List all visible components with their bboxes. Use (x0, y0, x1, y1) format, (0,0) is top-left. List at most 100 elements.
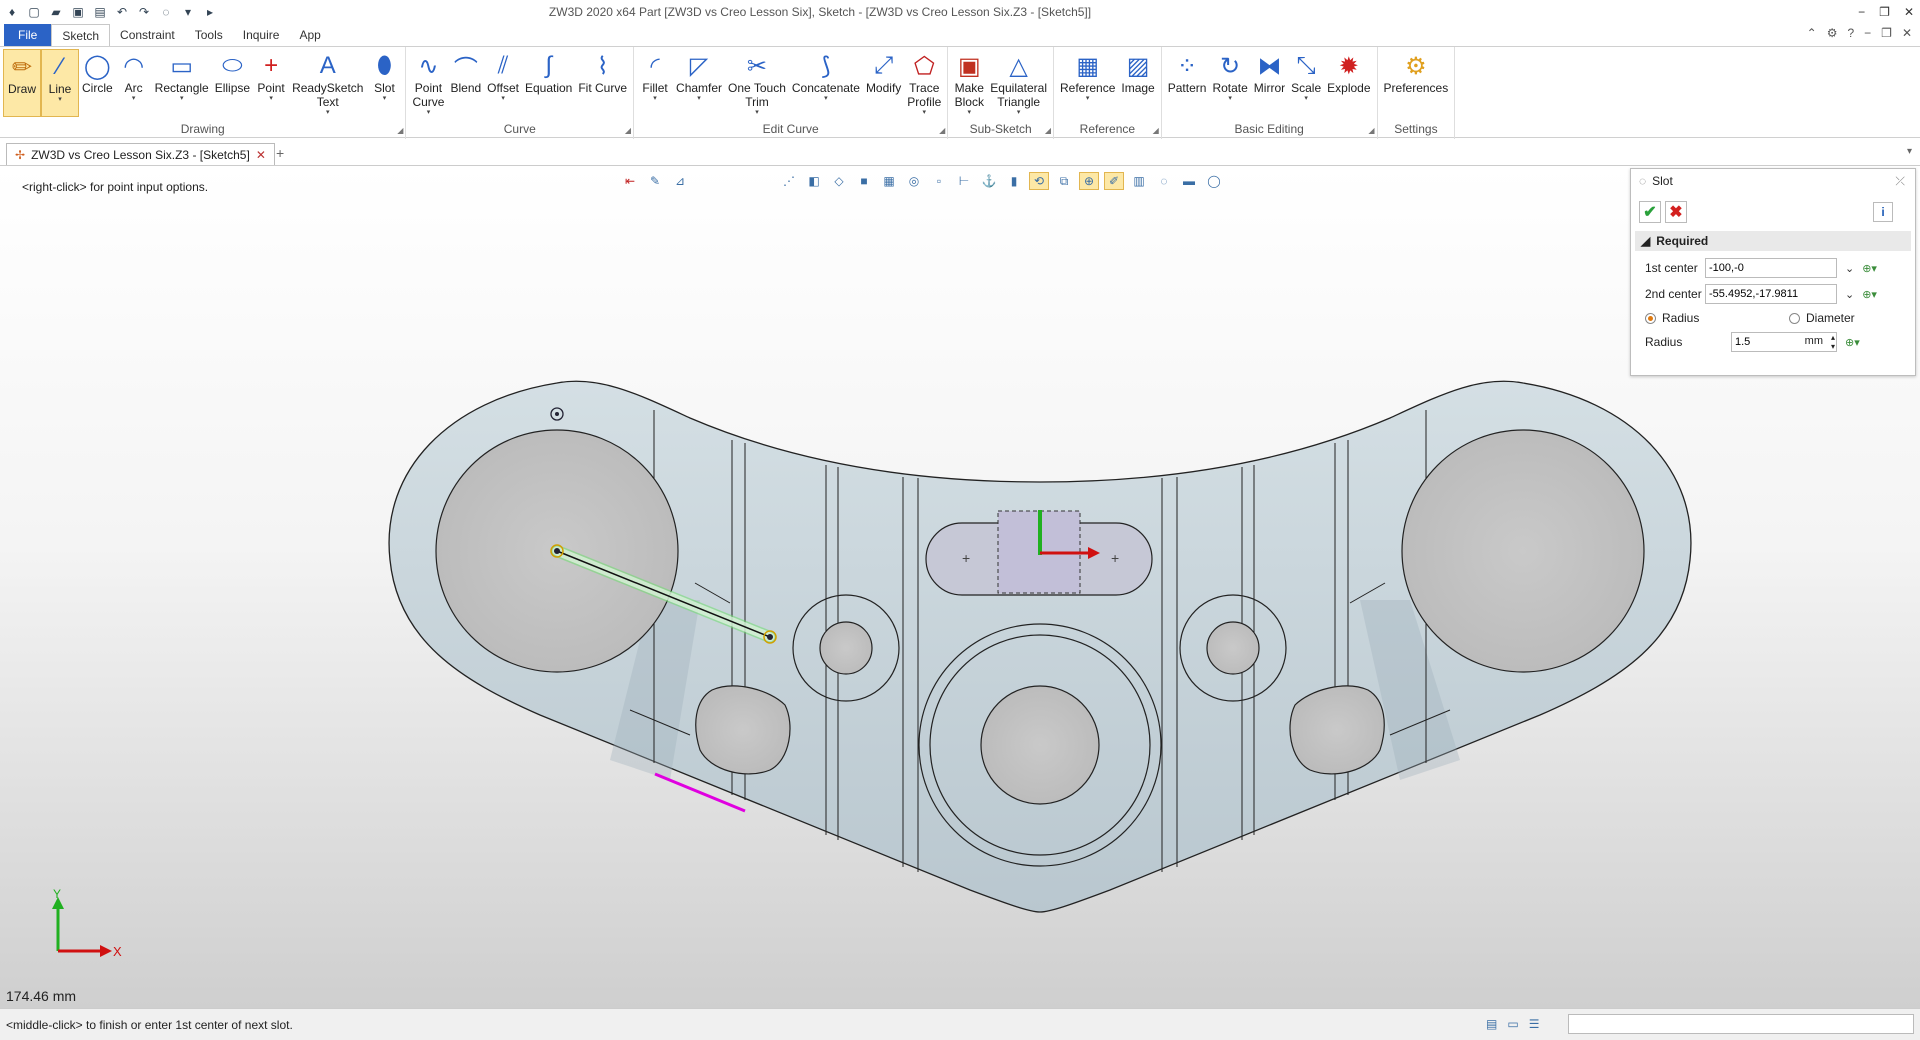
tab-menu-icon[interactable]: ▾ (1907, 146, 1912, 157)
add-tab-button[interactable]: + (276, 145, 284, 161)
diameter-option[interactable]: Diameter (1789, 311, 1855, 325)
menu-sketch[interactable]: Sketch (51, 24, 111, 46)
dropdown-caret-icon[interactable]: ▾ (1017, 109, 1021, 117)
doc-minimize-icon[interactable]: − (1864, 26, 1871, 40)
chamfer-button[interactable]: ◸ Chamfer ▾ (673, 49, 725, 117)
monitor-icon[interactable]: ▭ (1507, 1017, 1518, 1031)
close-button[interactable]: ✕ (1904, 5, 1914, 19)
scale-button[interactable]: ⤡ Scale ▾ (1288, 49, 1324, 117)
exit-sketch-icon[interactable]: ⇤ (620, 172, 640, 190)
preferences-button[interactable]: ⚙ Preferences (1381, 49, 1452, 117)
point-button[interactable]: + Point ▾ (253, 49, 289, 117)
second-center-input[interactable] (1705, 284, 1837, 304)
pick-value-icon[interactable]: ⊕▾ (1845, 336, 1860, 349)
diameter-radio[interactable] (1789, 312, 1800, 324)
layer-icon[interactable]: ⧉ (1054, 172, 1074, 190)
line-button[interactable]: ⁄ Line ▾ (41, 49, 79, 117)
cancel-button[interactable]: ✖ (1665, 201, 1687, 223)
command-input[interactable] (1568, 1014, 1914, 1034)
dropdown-caret-icon[interactable]: ▾ (1228, 95, 1232, 103)
edit-toggle-icon[interactable]: ✐ (1104, 172, 1124, 190)
snap-toggle-icon[interactable]: ⊕ (1079, 172, 1099, 190)
menu-app[interactable]: App (289, 24, 330, 46)
info-button[interactable]: i (1873, 202, 1893, 222)
make-block-button[interactable]: ▣ Make Block ▾ (951, 49, 987, 117)
list-icon[interactable]: ☰ (1529, 1017, 1540, 1031)
pencil-icon[interactable]: ✎ (645, 172, 665, 190)
layout-icon[interactable]: ▤ (1486, 1017, 1497, 1031)
draw-button[interactable]: ✏ Draw (3, 49, 41, 117)
trace-profile-button[interactable]: ⬠ Trace Profile ▾ (904, 49, 944, 117)
help-icon[interactable]: ? (1847, 26, 1854, 40)
line-weight-icon[interactable]: ▬ (1179, 172, 1199, 190)
collapse-ribbon-icon[interactable]: ⌃ (1807, 26, 1817, 40)
color-icon[interactable]: ▮ (1004, 172, 1024, 190)
menu-file[interactable]: File (4, 24, 52, 46)
menu-inquire[interactable]: Inquire (233, 24, 290, 46)
filter-icon[interactable]: ⊿ (670, 172, 690, 190)
group-launcher-icon[interactable]: ◢ (625, 126, 631, 135)
required-section[interactable]: ◢ Required (1635, 231, 1911, 251)
concatenate-button[interactable]: ⟆ Concatenate ▾ (789, 49, 863, 117)
mirror-button[interactable]: ⧓ Mirror (1251, 49, 1288, 117)
menu-constraint[interactable]: Constraint (110, 24, 185, 46)
dropdown-caret-icon[interactable]: ▾ (427, 109, 431, 117)
dropdown-caret-icon[interactable]: ▾ (697, 95, 701, 103)
anchor-icon[interactable]: ⚓ (979, 172, 999, 190)
slot-button[interactable]: ⬮ Slot ▾ (366, 49, 402, 117)
reference-button[interactable]: ▦ Reference ▾ (1057, 49, 1118, 117)
rotate-button[interactable]: ↻ Rotate ▾ (1209, 49, 1250, 117)
dropdown-caret-icon[interactable]: ▾ (1304, 95, 1308, 103)
arc-button[interactable]: ◠ Arc ▾ (116, 49, 152, 117)
dropdown-caret-icon[interactable]: ▾ (180, 95, 184, 103)
dropdown-caret-icon[interactable]: ▾ (1086, 95, 1090, 103)
gear-icon[interactable]: ⚙ (1827, 26, 1838, 40)
render-icon[interactable]: ◎ (904, 172, 924, 190)
grid-icon[interactable]: ▦ (879, 172, 899, 190)
expand-icon[interactable]: ⌄ (1845, 262, 1854, 275)
dimension-icon[interactable]: ⊢ (954, 172, 974, 190)
spinner-icon[interactable]: ▴ ▾ (1831, 333, 1835, 351)
dropdown-caret-icon[interactable]: ▾ (968, 109, 972, 117)
ellipse-button[interactable]: ⬭ Ellipse (212, 49, 253, 117)
group-launcher-icon[interactable]: ◢ (939, 126, 945, 135)
dropdown-caret-icon[interactable]: ▾ (653, 95, 657, 103)
group-launcher-icon[interactable]: ◢ (1368, 126, 1374, 135)
circle-button[interactable]: ◯ Circle (79, 49, 116, 117)
point-curve-button[interactable]: ∿ Point Curve ▾ (409, 49, 447, 117)
equilateral-triangle-button[interactable]: △ Equilateral Triangle ▾ (987, 49, 1050, 117)
group-launcher-icon[interactable]: ◢ (397, 126, 403, 135)
dropdown-caret-icon[interactable]: ▾ (269, 95, 273, 103)
pick-point-icon[interactable]: ⊕▾ (1862, 262, 1877, 275)
one-touch-trim-button[interactable]: ✂ One Touch Trim ▾ (725, 49, 789, 117)
radius-option[interactable]: Radius (1645, 311, 1781, 325)
close-tab-icon[interactable]: ✕ (256, 148, 266, 162)
modify-button[interactable]: ⤢ Modify (863, 49, 904, 117)
offset-button[interactable]: ⫽ Offset ▾ (484, 49, 522, 117)
group-launcher-icon[interactable]: ◢ (1045, 126, 1051, 135)
expand-icon[interactable]: ⌄ (1845, 288, 1854, 301)
radius-radio[interactable] (1645, 312, 1656, 324)
dropdown-caret-icon[interactable]: ▾ (923, 109, 927, 117)
shaded-icon[interactable]: ■ (854, 172, 874, 190)
minimize-button[interactable]: − (1858, 5, 1865, 19)
fit-icon[interactable]: ▫ (929, 172, 949, 190)
dropdown-caret-icon[interactable]: ▾ (383, 95, 387, 103)
dropdown-caret-icon[interactable]: ▾ (755, 109, 759, 117)
wireframe-icon[interactable]: ◇ (829, 172, 849, 190)
doc-close-icon[interactable]: ✕ (1902, 26, 1912, 40)
view-cube-icon[interactable]: ◧ (804, 172, 824, 190)
pick-point-icon[interactable]: ⊕▾ (1862, 288, 1877, 301)
dropdown-caret-icon[interactable]: ▾ (824, 95, 828, 103)
restore-button[interactable]: ❐ (1879, 5, 1890, 19)
explode-button[interactable]: ✹ Explode (1324, 49, 1373, 117)
panel-close-icon[interactable]: ⤫ (1895, 174, 1905, 189)
dotted-circle-icon[interactable]: ◌ (1154, 172, 1174, 190)
document-tab[interactable]: ✢ ZW3D vs Creo Lesson Six.Z3 - [Sketch5]… (6, 143, 275, 165)
settings-circle-icon[interactable]: ◯ (1204, 172, 1224, 190)
constraint-toggle-icon[interactable]: ⟲ (1029, 172, 1049, 190)
image-button[interactable]: ▨ Image (1118, 49, 1157, 117)
readysketch-text-button[interactable]: A ReadySketch Text ▾ (289, 49, 366, 117)
ok-button[interactable]: ✔ (1639, 201, 1661, 223)
dropdown-caret-icon[interactable]: ▾ (326, 109, 330, 117)
